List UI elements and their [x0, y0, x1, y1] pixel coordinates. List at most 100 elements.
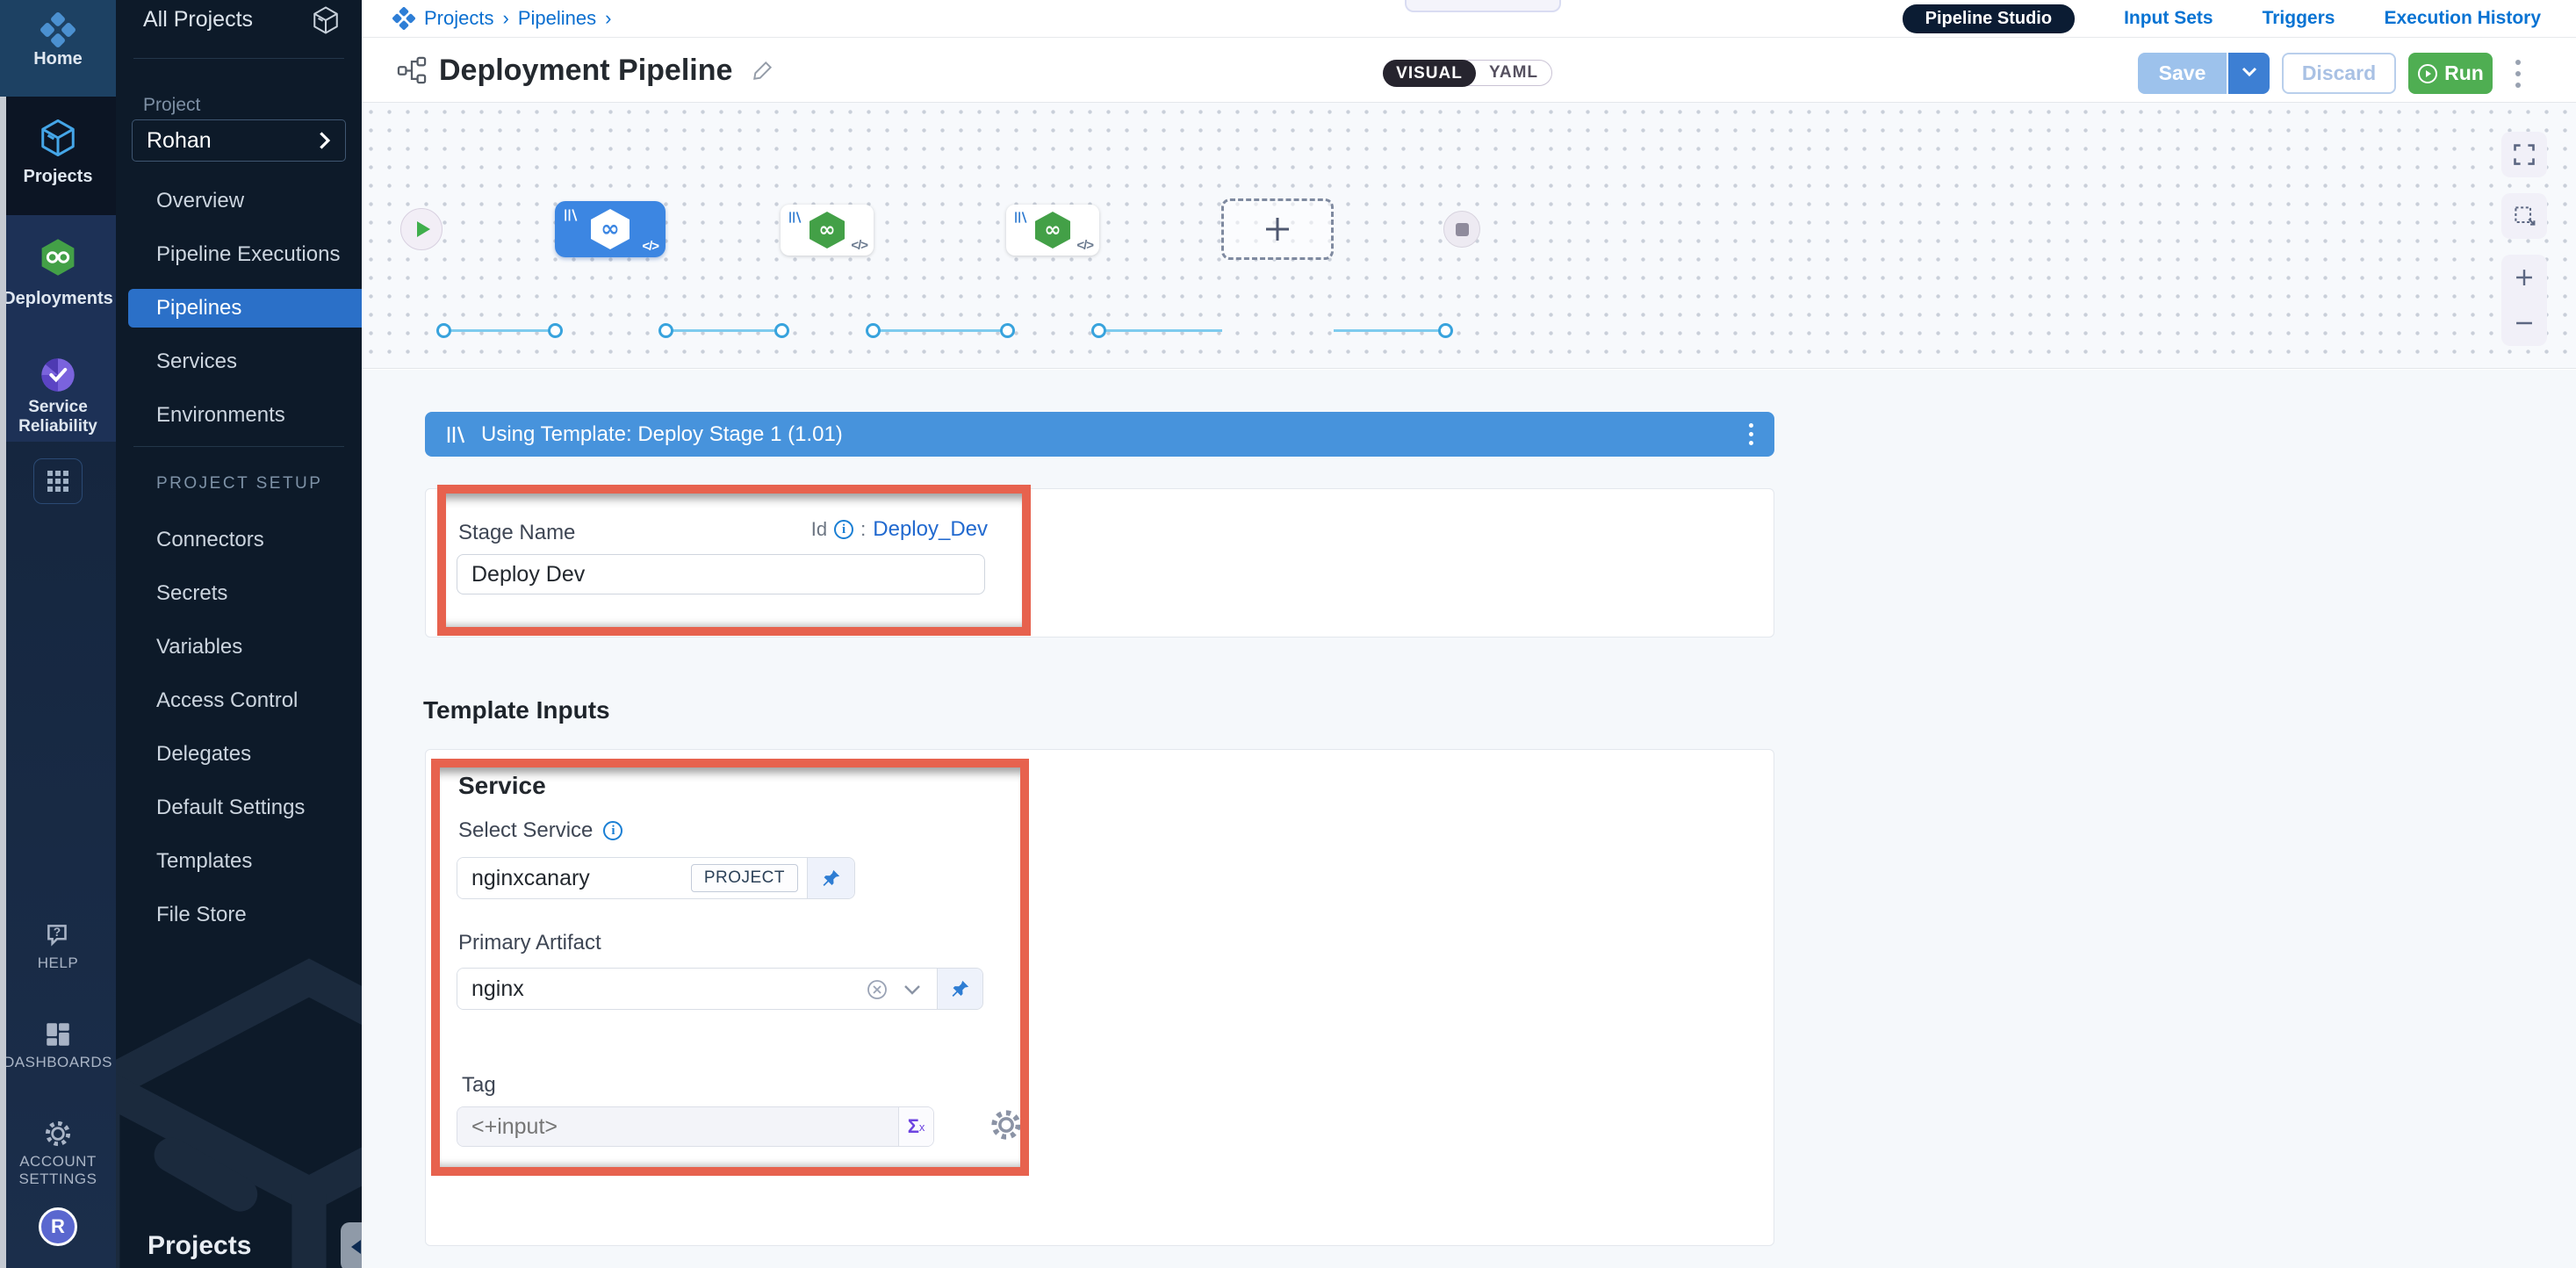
stop-icon — [1456, 223, 1469, 236]
template-icon — [564, 208, 578, 222]
save-dropdown-button[interactable] — [2227, 53, 2270, 94]
tab-triggers[interactable]: Triggers — [2263, 8, 2335, 29]
edge — [1334, 329, 1445, 332]
node-port[interactable] — [774, 323, 789, 338]
zoom-in-button[interactable] — [2513, 266, 2536, 289]
sidebar-item-label: Pipeline Executions — [156, 242, 340, 267]
stage-node-deploy-to-prod[interactable]: ∞ </> — [1006, 205, 1099, 256]
rail-item-dashboards[interactable]: DASHBOARDS — [0, 1019, 116, 1071]
window-edge-scrollbar[interactable] — [0, 97, 6, 1268]
rail-item-projects[interactable]: Projects — [0, 97, 116, 215]
stage-node-deploy-dev[interactable]: ∞ </> — [555, 201, 666, 257]
edit-pencil-icon[interactable] — [752, 59, 774, 82]
template-banner-text: Using Template: Deploy Stage 1 (1.01) — [481, 422, 1749, 447]
gear-icon — [43, 1119, 73, 1149]
edge — [1098, 329, 1222, 332]
code-icon: </> — [851, 238, 867, 253]
pipeline-icon — [397, 56, 427, 84]
template-icon — [446, 424, 465, 445]
avatar[interactable]: R — [39, 1207, 77, 1246]
sidebar-item-label: Access Control — [156, 688, 298, 713]
page-title: Deployment Pipeline — [439, 54, 732, 88]
sidebar-item-access-control[interactable]: Access Control — [116, 681, 362, 720]
plus-icon — [1263, 214, 1292, 244]
sidebar-item-label: Pipelines — [156, 296, 241, 321]
node-port[interactable] — [658, 323, 673, 338]
project-selector[interactable]: Rohan — [132, 119, 346, 162]
node-port[interactable] — [866, 323, 881, 338]
popover-remnant — [1405, 0, 1561, 12]
sidebar-item-file-store[interactable]: File Store — [116, 896, 362, 934]
sidebar-item-services[interactable]: Services — [116, 342, 362, 381]
code-icon: </> — [1076, 238, 1093, 253]
canvas-select-button[interactable] — [2501, 193, 2547, 239]
breadcrumb-separator: › — [605, 7, 611, 30]
chevron-down-icon — [2241, 67, 2257, 77]
template-icon — [788, 211, 802, 224]
node-port[interactable] — [1000, 323, 1015, 338]
rail-item-label: Service Reliability — [0, 398, 116, 436]
annotation-box-service — [431, 759, 1029, 1176]
node-port[interactable] — [1091, 323, 1106, 338]
sidebar-item-label: Secrets — [156, 581, 227, 606]
toggle-visual[interactable]: VISUAL — [1383, 60, 1476, 87]
module-picker-button[interactable] — [33, 458, 83, 504]
pipeline-canvas[interactable]: ∞ </> ∞ </> ∞ </> Deploy Dev — [362, 103, 2576, 369]
node-port[interactable] — [548, 323, 563, 338]
toggle-visual-label: VISUAL — [1396, 64, 1463, 83]
breadcrumb-projects-link[interactable]: Projects — [424, 7, 493, 30]
sidebar-item-connectors[interactable]: Connectors — [116, 521, 362, 559]
template-banner-kebab-menu[interactable] — [1749, 419, 1753, 450]
sidebar-item-pipelines[interactable]: Pipelines — [128, 289, 362, 328]
rail-item-label: DASHBOARDS — [0, 1054, 116, 1071]
sidebar-item-label: Environments — [156, 403, 285, 428]
home-icon — [40, 12, 76, 47]
node-port[interactable] — [1438, 323, 1453, 338]
tab-input-sets[interactable]: Input Sets — [2124, 8, 2213, 29]
pipeline-start-node[interactable] — [400, 208, 443, 250]
sidebar-collapse-handle[interactable] — [341, 1222, 362, 1268]
module-rail: Home Projects Deployments — [0, 0, 116, 1268]
divider — [133, 446, 344, 447]
sidebar-item-templates[interactable]: Templates — [116, 842, 362, 881]
sidebar-item-delegates[interactable]: Delegates — [116, 735, 362, 774]
breadcrumb-separator: › — [502, 7, 508, 30]
sidebar-item-overview[interactable]: Overview — [116, 182, 362, 220]
rail-item-help[interactable]: ? HELP — [0, 920, 116, 972]
dashboards-icon — [43, 1019, 73, 1049]
cube-watermark — [116, 948, 362, 1268]
sidebar-item-default-settings[interactable]: Default Settings — [116, 789, 362, 827]
all-projects-label[interactable]: All Projects — [143, 7, 253, 32]
discard-button[interactable]: Discard — [2282, 53, 2396, 94]
tab-execution-history[interactable]: Execution History — [2384, 8, 2541, 29]
canvas-fit-view-button[interactable] — [2501, 132, 2547, 177]
rail-item-home[interactable]: Home — [0, 0, 116, 97]
deployment-stage-icon: ∞ — [809, 212, 845, 249]
save-button[interactable]: Save — [2138, 53, 2227, 94]
tab-pipeline-studio[interactable]: Pipeline Studio — [1903, 4, 2075, 33]
annotation-box-stage-name — [437, 485, 1031, 636]
toggle-yaml[interactable]: YAML — [1476, 61, 1551, 85]
pipeline-end-node[interactable] — [1443, 211, 1480, 248]
sidebar-item-pipeline-executions[interactable]: Pipeline Executions — [116, 235, 362, 274]
breadcrumb-pipelines-link[interactable]: Pipelines — [518, 7, 596, 30]
rail-item-account-settings[interactable]: ACCOUNT SETTINGS — [0, 1119, 116, 1188]
sidebar-item-variables[interactable]: Variables — [116, 628, 362, 666]
toolbar-kebab-menu[interactable] — [2515, 54, 2521, 94]
svg-text:?: ? — [54, 925, 61, 939]
zoom-out-button[interactable] — [2513, 312, 2536, 335]
help-icon: ? — [43, 920, 73, 950]
template-icon — [1014, 211, 1027, 224]
node-port[interactable] — [436, 323, 451, 338]
play-circle-icon — [2417, 63, 2438, 84]
edge — [873, 329, 1006, 332]
all-projects-cube-icon[interactable] — [311, 5, 341, 35]
sidebar-item-environments[interactable]: Environments — [116, 396, 362, 435]
rail-item-label: Deployments — [0, 289, 116, 308]
collapse-arrow-icon — [351, 1240, 361, 1254]
sidebar-item-secrets[interactable]: Secrets — [116, 574, 362, 613]
run-button[interactable]: Run — [2408, 53, 2493, 94]
stage-node-deploy-to-qa[interactable]: ∞ </> — [781, 205, 874, 256]
play-icon — [417, 221, 430, 237]
add-stage-button[interactable] — [1221, 198, 1334, 260]
